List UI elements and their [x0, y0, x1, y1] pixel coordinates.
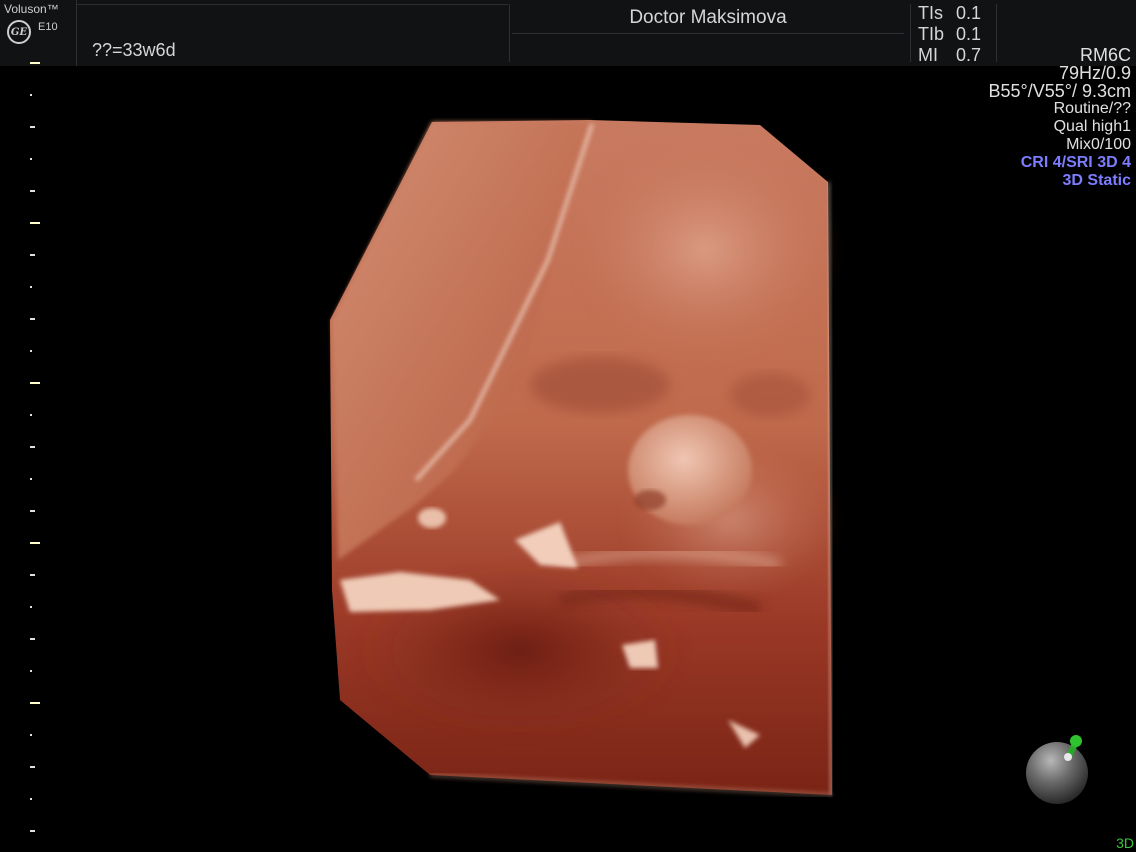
render-mode: 3D Static	[1062, 172, 1131, 189]
scale-tick	[30, 670, 32, 672]
divider	[512, 33, 904, 34]
mode-indicator: 3D	[1116, 835, 1134, 851]
scale-tick	[30, 254, 35, 256]
scale-tick	[30, 126, 35, 128]
logo-area: Voluson™ GE E10	[0, 0, 77, 66]
index-label: TIb	[918, 24, 945, 44]
scale-tick	[30, 574, 35, 576]
scale-tick	[30, 478, 32, 480]
debris-5	[418, 508, 446, 528]
forehead	[570, 135, 840, 365]
parameter-panel: RM6C 79Hz/0.9 B55°/V55°/ 9.3cm Routine/?…	[989, 46, 1131, 190]
scale-tick	[30, 606, 32, 608]
divider	[509, 4, 510, 62]
gestational-age: ??=33w6d	[92, 40, 176, 60]
index-value: 0.1	[956, 24, 982, 44]
index-tis: TIs 0.1	[918, 3, 981, 23]
scale-tick	[30, 94, 32, 96]
eye-shadow-right	[730, 373, 810, 417]
index-value: 0.1	[956, 3, 982, 23]
scale-tick	[30, 702, 40, 704]
volume-angles: B55°/V55°/ 9.3cm	[988, 81, 1131, 101]
scale-tick	[30, 190, 35, 192]
scale-tick	[30, 318, 35, 320]
3d-render-viewport[interactable]	[0, 0, 1136, 852]
scale-tick	[30, 286, 32, 288]
scale-tick	[30, 638, 35, 640]
mix: Mix0/100	[1066, 136, 1131, 153]
scale-tick	[30, 510, 35, 512]
scale-tick	[30, 446, 35, 448]
orientation-ball-icon[interactable]	[1024, 732, 1094, 808]
preset: Routine/??	[1053, 100, 1131, 117]
ge-logo-icon: GE	[7, 20, 31, 44]
scale-tick	[30, 766, 35, 768]
scale-tick	[30, 222, 40, 224]
scale-tick	[30, 542, 40, 544]
cri-sri: CRI 4/SRI 3D 4	[1020, 154, 1131, 171]
index-mi: MI 0.7	[918, 45, 981, 65]
index-value: 0.7	[956, 45, 982, 65]
frame-rate: 79Hz/0.9	[1058, 63, 1131, 83]
operator-name: Doctor Maksimova	[629, 7, 787, 28]
index-label: MI	[918, 45, 938, 65]
probe-name: RM6C	[1079, 45, 1131, 65]
nostril	[634, 490, 666, 510]
scale-tick	[30, 798, 32, 800]
scale-tick	[30, 414, 32, 416]
scale-tick	[30, 158, 32, 160]
brand-name: Voluson™	[4, 2, 59, 16]
header-bar: Voluson™ GE E10 ??=33w6d Doctor Maksimov…	[0, 0, 1136, 66]
scale-tick	[30, 734, 32, 736]
eye-shadow	[530, 357, 670, 413]
scale-tick	[30, 62, 40, 64]
scale-tick	[30, 830, 35, 832]
depth-scale	[28, 62, 42, 842]
divider	[910, 4, 911, 62]
scale-tick	[30, 350, 32, 352]
quality: Qual high1	[1053, 118, 1131, 135]
index-tib: TIb 0.1	[918, 24, 981, 44]
model-name: E10	[38, 21, 58, 33]
divider	[76, 4, 508, 5]
scale-tick	[30, 382, 40, 384]
index-label: TIs	[918, 3, 943, 23]
